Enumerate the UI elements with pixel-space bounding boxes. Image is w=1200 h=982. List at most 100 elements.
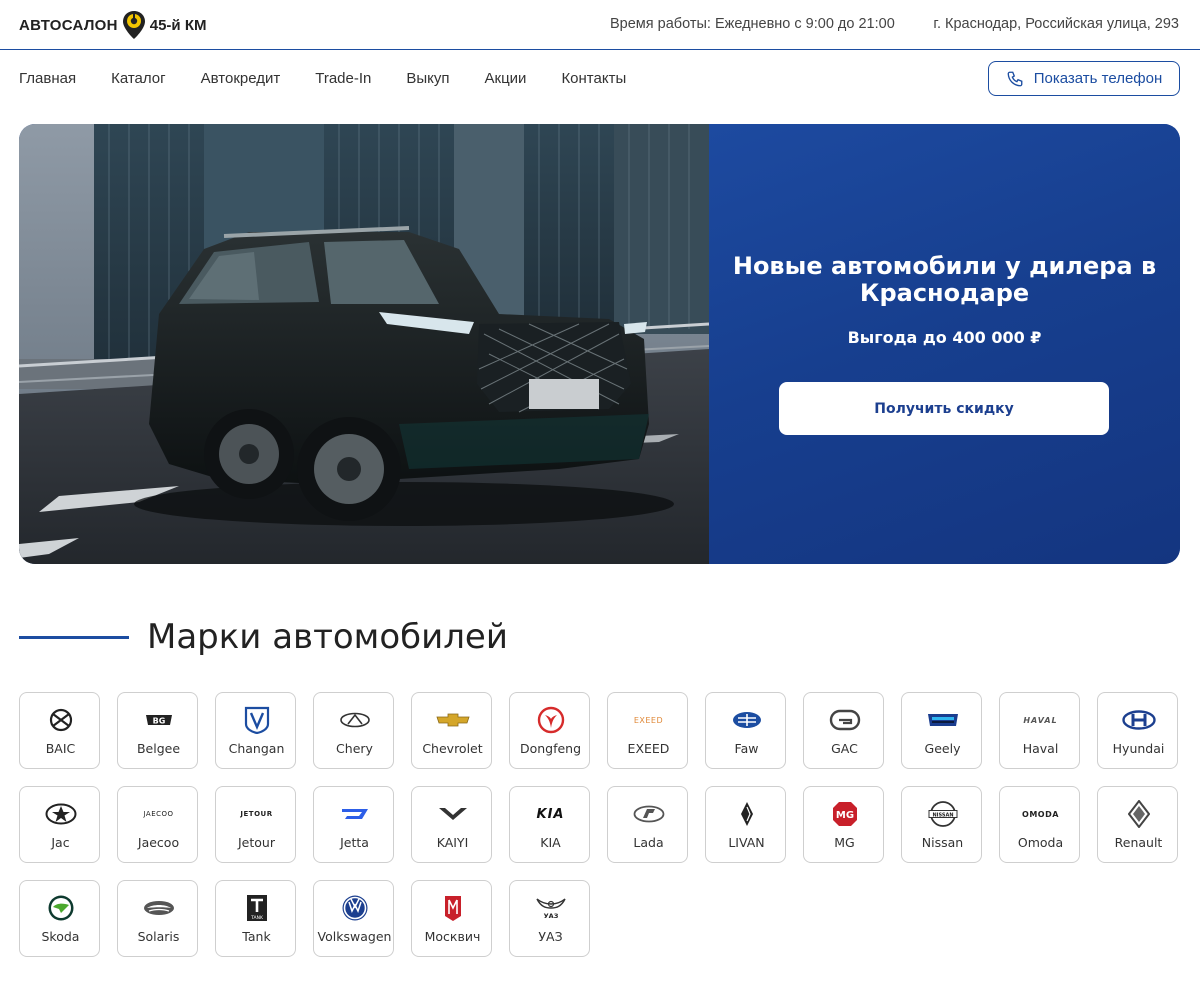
brand-label: KIA [540, 835, 561, 850]
nav-item-trade-in[interactable]: Trade-In [315, 70, 371, 87]
brand-card-exeed[interactable]: EXEED EXEED [607, 692, 688, 769]
hero-subtitle: Выгода до 400 000 ₽ [847, 328, 1042, 347]
svg-text:TANK: TANK [250, 915, 264, 921]
brand-card-jetta[interactable]: Jetta [313, 786, 394, 863]
jaecoo-logo-icon: JAECOO [143, 810, 174, 818]
hero-offer-panel: Новые автомобили у дилера в Краснодаре В… [709, 124, 1180, 564]
brand-label: Jaecoo [137, 835, 180, 850]
kaiyi-logo-icon [412, 800, 493, 828]
hyundai-logo-icon [1098, 706, 1179, 734]
brand-card-chevrolet[interactable]: Chevrolet [411, 692, 492, 769]
dongfeng-logo-icon [510, 706, 591, 734]
brand-label: Dongfeng [519, 741, 582, 756]
brand-card-geely[interactable]: Geely [901, 692, 982, 769]
solaris-logo-icon [118, 894, 199, 922]
brand-label: Changan [228, 741, 285, 756]
section-accent-line [19, 636, 129, 639]
brand-card-changan[interactable]: Changan [215, 692, 296, 769]
brand-label: Haval [1022, 741, 1059, 756]
get-discount-button[interactable]: Получить скидку [779, 382, 1109, 435]
brand-label: Jetta [340, 835, 369, 850]
svg-text:УАЗ: УАЗ [543, 912, 558, 920]
mg-logo-icon: MG [804, 800, 885, 828]
brand-label: Faw [734, 741, 759, 756]
svg-text:BG: BG [152, 717, 165, 726]
brand-card-jac[interactable]: Jac [19, 786, 100, 863]
brand-card-haval[interactable]: HAVAL Haval [999, 692, 1080, 769]
brand-label: MG [834, 835, 855, 850]
show-phone-label: Показать телефон [1033, 70, 1163, 87]
brand-label: УАЗ [538, 929, 563, 944]
brand-card-uaz[interactable]: УАЗ УАЗ [509, 880, 590, 957]
brand-label: Volkswagen [317, 929, 392, 944]
brand-card-lada[interactable]: Lada [607, 786, 688, 863]
brand-label: Omoda [1017, 835, 1064, 850]
skoda-logo-icon [20, 894, 101, 922]
brand-label: Hyundai [1112, 741, 1165, 756]
livan-logo-icon [706, 800, 787, 828]
faw-logo-icon [706, 706, 787, 734]
nav-item-promotions[interactable]: Акции [485, 70, 527, 87]
brand-card-kaiyi[interactable]: KAIYI [411, 786, 492, 863]
exeed-logo-icon: EXEED [633, 715, 664, 725]
geely-logo-icon [902, 706, 983, 734]
brand-label: Chevrolet [422, 741, 483, 756]
brand-label: Москвич [424, 929, 481, 944]
top-bar: АВТОСАЛОН 45-й КМ Время работы: Ежедневн… [0, 0, 1200, 50]
uaz-logo-icon: УАЗ [510, 894, 591, 922]
brand-card-belgee[interactable]: BG Belgee [117, 692, 198, 769]
brand-card-hyundai[interactable]: Hyundai [1097, 692, 1178, 769]
brand-card-tank[interactable]: TANK Tank [215, 880, 296, 957]
haval-logo-icon: HAVAL [1023, 715, 1058, 725]
brand-card-chery[interactable]: Chery [313, 692, 394, 769]
brand-card-moskvich[interactable]: Москвич [411, 880, 492, 957]
belgee-logo-icon: BG [118, 706, 199, 734]
chevrolet-logo-icon [412, 706, 493, 734]
brand-card-omoda[interactable]: OMODA Omoda [999, 786, 1080, 863]
nav-item-buyout[interactable]: Выкуп [406, 70, 449, 87]
logo-text-left: АВТОСАЛОН [19, 16, 118, 34]
brand-card-mg[interactable]: MG MG [803, 786, 884, 863]
site-logo[interactable]: АВТОСАЛОН 45-й КМ [19, 9, 206, 41]
logo-text-right: 45-й КМ [149, 16, 207, 34]
show-phone-button[interactable]: Показать телефон [988, 61, 1180, 96]
svg-text:NISSAN: NISSAN [932, 812, 953, 818]
renault-logo-icon [1098, 800, 1179, 828]
brand-card-faw[interactable]: Faw [705, 692, 786, 769]
nav-item-credit[interactable]: Автокредит [201, 70, 281, 87]
brand-card-baic[interactable]: BAIC [19, 692, 100, 769]
jac-logo-icon [20, 800, 101, 828]
jetour-logo-icon: JETOUR [240, 810, 273, 818]
lada-logo-icon [608, 800, 689, 828]
chery-logo-icon [314, 706, 395, 734]
svg-text:MG: MG [835, 810, 853, 821]
baic-logo-icon [20, 706, 101, 734]
brand-card-kia[interactable]: KIA KIA [509, 786, 590, 863]
brands-section-title: Марки автомобилей [147, 617, 508, 657]
brand-label: Belgee [136, 741, 181, 756]
brand-label: Nissan [921, 835, 964, 850]
brand-card-gac[interactable]: GAC [803, 692, 884, 769]
brand-card-jetour[interactable]: JETOUR Jetour [215, 786, 296, 863]
nissan-logo-icon: NISSAN [902, 800, 983, 828]
brand-card-renault[interactable]: Renault [1097, 786, 1178, 863]
changan-logo-icon [216, 706, 297, 734]
brand-label: Jetour [238, 835, 275, 850]
nav-item-home[interactable]: Главная [19, 70, 76, 87]
nav-item-contacts[interactable]: Контакты [561, 70, 626, 87]
brand-card-volkswagen[interactable]: Volkswagen [313, 880, 394, 957]
brand-card-dongfeng[interactable]: Dongfeng [509, 692, 590, 769]
brand-label: Skoda [41, 929, 80, 944]
brand-card-livan[interactable]: LIVAN [705, 786, 786, 863]
brand-label: EXEED [627, 741, 670, 756]
brand-card-skoda[interactable]: Skoda [19, 880, 100, 957]
brand-label: KAIYI [436, 835, 469, 850]
brand-card-jaecoo[interactable]: JAECOO Jaecoo [117, 786, 198, 863]
brand-card-nissan[interactable]: NISSAN Nissan [901, 786, 982, 863]
brand-label: Chery [336, 741, 373, 756]
brand-card-solaris[interactable]: Solaris [117, 880, 198, 957]
brand-label: Solaris [137, 929, 180, 944]
address-link[interactable]: г. Краснодар, Российская улица, 293 [933, 16, 1179, 32]
brand-label: GAC [831, 741, 858, 756]
nav-item-catalog[interactable]: Каталог [111, 70, 166, 87]
